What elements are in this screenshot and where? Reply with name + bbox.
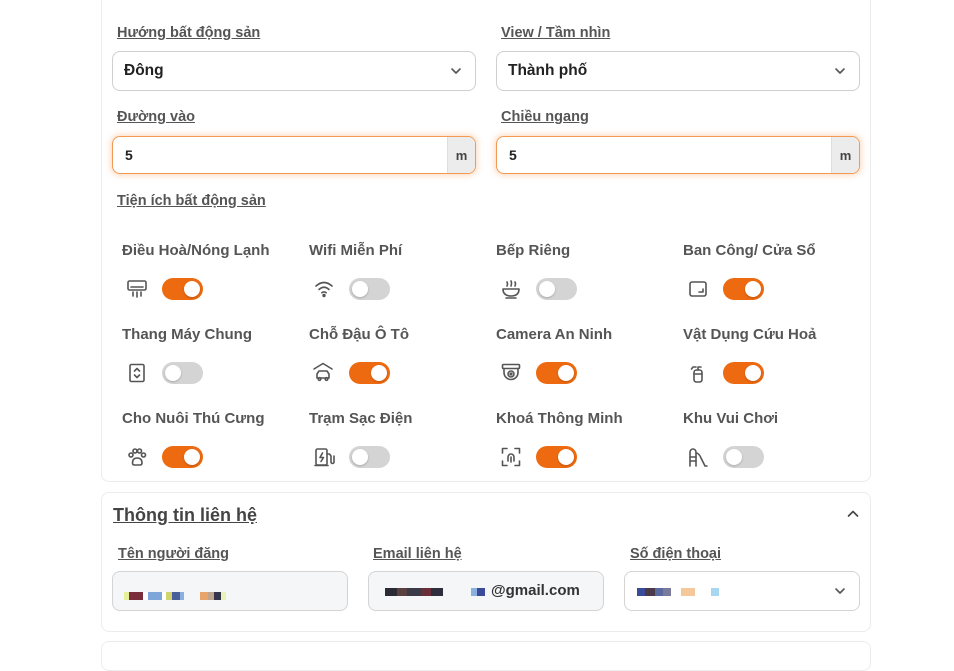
toggle-knob	[558, 449, 574, 465]
amenity-label: Vật Dụng Cứu Hoả	[683, 326, 817, 343]
next-section-card	[101, 641, 871, 671]
frontage-width-unit: m	[831, 137, 859, 173]
contact-email-input[interactable]: @gmail.com	[368, 571, 604, 611]
poster-name-input[interactable]	[112, 571, 348, 611]
amenity-toggle-ev-charging[interactable]	[349, 446, 390, 468]
toggle-knob	[184, 449, 200, 465]
chevron-up-icon[interactable]	[845, 506, 861, 522]
amenity-label: Wifi Miễn Phí	[309, 242, 403, 259]
view-select[interactable]: Thành phố	[496, 51, 860, 91]
window-icon	[687, 278, 709, 300]
amenities-label: Tiện ích bất động sản	[117, 193, 266, 209]
amenity-toggle-pets[interactable]	[162, 446, 203, 468]
frontage-width-input[interactable]: 5 m	[496, 136, 860, 174]
road-access-value[interactable]: 5	[125, 147, 133, 163]
toggle-knob	[726, 449, 742, 465]
toggle-knob	[352, 449, 368, 465]
phone-select[interactable]	[624, 571, 860, 611]
direction-value: Đông	[124, 62, 164, 79]
amenity-toggle-air-conditioner[interactable]	[162, 278, 203, 300]
frontage-width-value[interactable]: 5	[509, 147, 517, 163]
amenity-toggle-fire-safety[interactable]	[723, 362, 764, 384]
road-access-input[interactable]: 5 m	[112, 136, 476, 174]
contact-email-label: Email liên hệ	[373, 546, 462, 562]
amenity-toggle-wifi[interactable]	[349, 278, 390, 300]
kitchen-bowl-icon	[500, 278, 522, 300]
redacted-phone	[637, 588, 719, 596]
amenity-toggle-kitchen[interactable]	[536, 278, 577, 300]
amenity-label: Chỗ Đậu Ô Tô	[309, 326, 409, 343]
amenity-toggle-parking[interactable]	[349, 362, 390, 384]
phone-label: Số điện thoại	[630, 546, 722, 562]
poster-name-label: Tên người đăng	[118, 546, 230, 562]
wifi-icon	[313, 278, 335, 300]
toggle-knob	[558, 365, 574, 381]
chevron-down-icon	[835, 588, 845, 594]
amenity-toggle-playground[interactable]	[723, 446, 764, 468]
contact-section-title: Thông tin liên hệ	[113, 505, 257, 525]
elevator-icon	[126, 362, 148, 384]
amenity-label: Cho Nuôi Thú Cưng	[122, 410, 265, 427]
ev-charger-icon	[313, 446, 335, 468]
amenity-label: Trạm Sạc Điện	[309, 410, 413, 427]
toggle-knob	[165, 365, 181, 381]
toggle-knob	[371, 365, 387, 381]
toggle-knob	[352, 281, 368, 297]
amenity-toggle-camera[interactable]	[536, 362, 577, 384]
redacted-name	[124, 592, 226, 600]
paw-icon	[126, 446, 148, 468]
toggle-knob	[745, 281, 761, 297]
smart-lock-icon	[500, 446, 522, 468]
view-value: Thành phố	[508, 62, 588, 79]
playground-slide-icon	[687, 446, 709, 468]
amenity-toggle-elevator[interactable]	[162, 362, 203, 384]
toggle-knob	[539, 281, 555, 297]
garage-car-icon	[312, 361, 334, 383]
direction-select[interactable]: Đông	[112, 51, 476, 91]
chevron-down-icon	[451, 68, 461, 74]
amenity-label: Khu Vui Chơi	[683, 410, 779, 427]
fire-extinguisher-icon	[687, 362, 709, 384]
air-conditioner-icon	[126, 278, 148, 300]
amenity-label: Bếp Riêng	[496, 242, 571, 259]
amenity-toggle-balcony[interactable]	[723, 278, 764, 300]
amenity-label: Điều Hoà/Nóng Lạnh	[122, 242, 270, 259]
road-access-label: Đường vào	[117, 109, 196, 125]
frontage-width-label: Chiều ngang	[501, 109, 589, 125]
road-access-unit: m	[447, 137, 475, 173]
amenity-label: Khoá Thông Minh	[496, 410, 623, 427]
security-camera-icon	[500, 362, 522, 384]
amenity-label: Ban Công/ Cửa Sổ	[683, 242, 816, 259]
toggle-knob	[745, 365, 761, 381]
amenity-label: Camera An Ninh	[496, 326, 613, 343]
view-label: View / Tầm nhìn	[501, 25, 611, 41]
email-domain-text: @gmail.com	[491, 582, 580, 599]
chevron-down-icon	[835, 68, 845, 74]
redacted-email	[385, 588, 485, 596]
direction-label: Hướng bất động sản	[117, 25, 261, 41]
amenity-toggle-smart-lock[interactable]	[536, 446, 577, 468]
toggle-knob	[184, 281, 200, 297]
amenity-label: Thang Máy Chung	[122, 326, 252, 343]
